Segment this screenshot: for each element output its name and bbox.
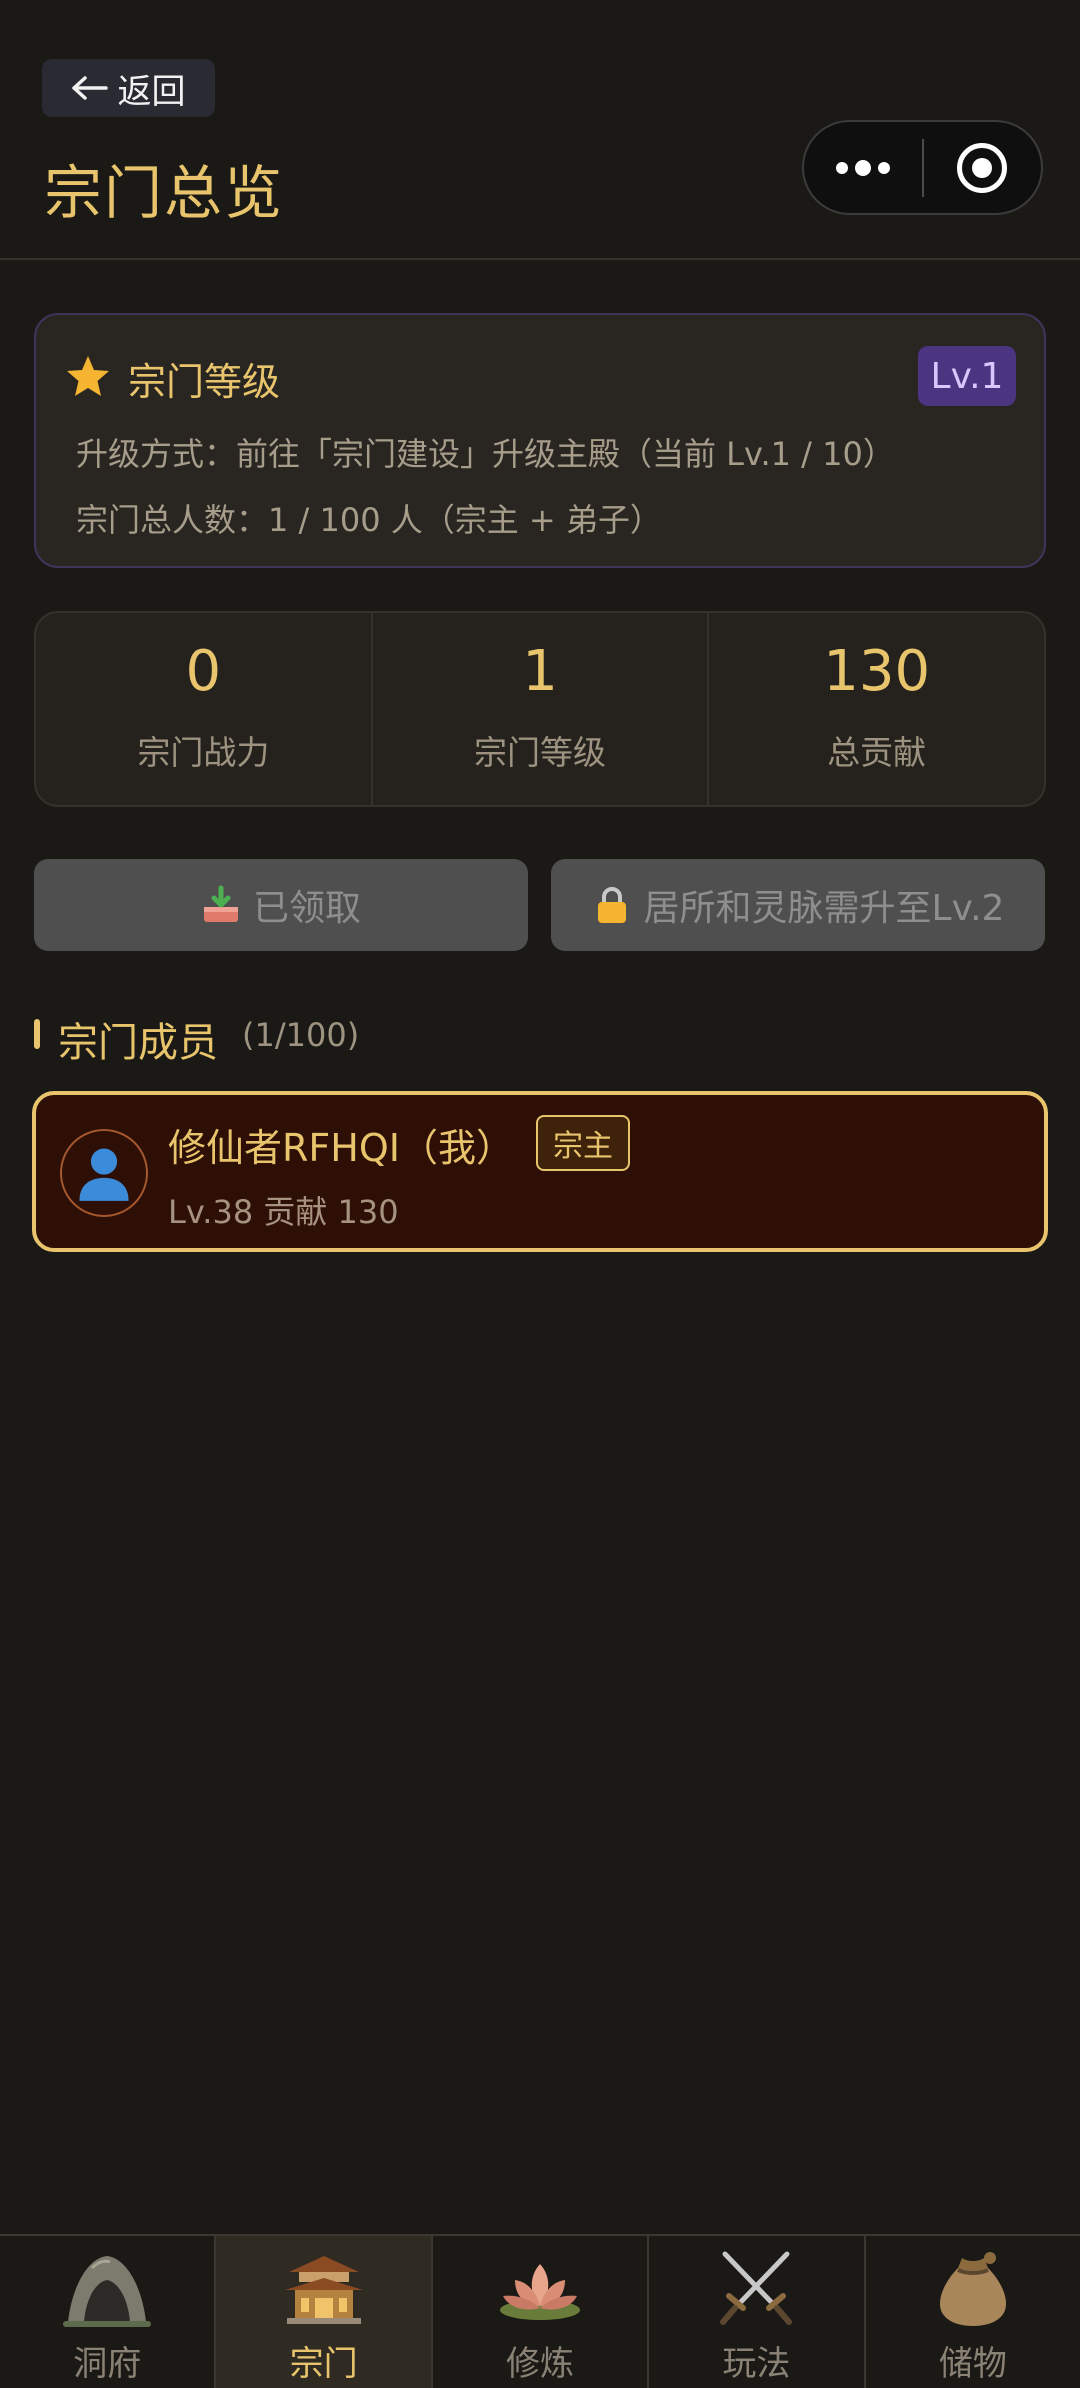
stat-label: 总贡献: [827, 733, 927, 772]
level-badge: Lv.1: [918, 346, 1016, 406]
miniprogram-capsule: [802, 120, 1043, 215]
tab-label: 玩法: [722, 2344, 791, 2384]
stats-panel: 0 宗门战力 1 宗门等级 130 总贡献: [34, 611, 1046, 807]
user-silhouette-icon: [79, 1148, 129, 1201]
tab-label: 修炼: [506, 2344, 575, 2384]
stat-value: 130: [823, 639, 931, 704]
arrow-left-icon: [71, 76, 108, 100]
stat-label: 宗门等级: [474, 733, 606, 772]
close-miniprogram-button[interactable]: [924, 122, 1042, 213]
stat-level: 1 宗门等级: [370, 613, 708, 805]
sect-overview-page: 返回 宗门总览 宗门等级 Lv.1 升级方式：前往「宗门建设」升级主殿（当前 L…: [0, 0, 1080, 2388]
member-card[interactable]: 修仙者RFHQI（我） 宗主 Lv.38 贡献 130: [32, 1091, 1048, 1252]
locked-label: 居所和灵脉需升至Lv.2: [643, 888, 1005, 929]
claimed-button[interactable]: 已领取: [34, 859, 528, 951]
member-meta: Lv.38 贡献 130: [168, 1193, 399, 1231]
member-total-text: 宗门总人数：1 / 100 人（宗主 + 弟子）: [76, 501, 662, 539]
stat-value: 0: [185, 639, 222, 704]
upgrade-method-text: 升级方式：前往「宗门建设」升级主殿（当前 Lv.1 / 10）: [76, 435, 895, 473]
more-button[interactable]: [804, 122, 922, 213]
role-badge: 宗主: [536, 1115, 630, 1171]
more-dots-icon: [835, 159, 890, 176]
members-count: (1/100): [242, 1016, 360, 1054]
section-accent-bar: [34, 1019, 40, 1049]
lotus-icon: [500, 2264, 581, 2320]
claimed-label: 已领取: [252, 888, 361, 929]
member-name: 修仙者RFHQI（我）: [168, 1126, 514, 1170]
cave-icon: [63, 2256, 152, 2327]
tab-sect[interactable]: 宗门: [214, 2236, 431, 2388]
level-card-title: 宗门等级: [128, 360, 281, 404]
tab-label: 洞府: [73, 2344, 142, 2384]
crossed-swords-icon: [720, 2251, 793, 2325]
stat-value: 1: [522, 639, 558, 704]
header-divider: [0, 258, 1080, 260]
inbox-download-icon: [203, 885, 238, 922]
stat-label: 宗门战力: [137, 733, 270, 772]
avatar: [60, 1129, 148, 1217]
sect-level-card: 宗门等级 Lv.1 升级方式：前往「宗门建设」升级主殿（当前 Lv.1 / 10…: [34, 313, 1046, 568]
tab-cave[interactable]: 洞府: [0, 2236, 214, 2388]
tab-label: 宗门: [289, 2344, 358, 2384]
temple-icon: [284, 2256, 363, 2324]
lock-icon: [597, 887, 626, 923]
members-section-title: 宗门成员: [58, 1020, 218, 1066]
tab-play[interactable]: 玩法: [647, 2236, 863, 2388]
tab-storage[interactable]: 储物: [863, 2236, 1080, 2388]
locked-upgrade-button[interactable]: 居所和灵脉需升至Lv.2: [551, 859, 1045, 951]
stat-contribution: 130 总贡献: [707, 613, 1044, 805]
star-icon: [67, 356, 109, 396]
back-label: 返回: [117, 71, 186, 112]
tab-cultivate[interactable]: 修炼: [430, 2236, 647, 2388]
target-circle-icon: [957, 142, 1008, 193]
pouch-icon: [939, 2252, 1006, 2326]
stat-power: 0 宗门战力: [36, 613, 371, 805]
tab-label: 储物: [938, 2344, 1007, 2384]
bottom-tabbar: 洞府 宗门 修炼 玩法 储物: [0, 2234, 1080, 2388]
back-button[interactable]: 返回: [42, 59, 215, 117]
page-title: 宗门总览: [44, 159, 285, 227]
